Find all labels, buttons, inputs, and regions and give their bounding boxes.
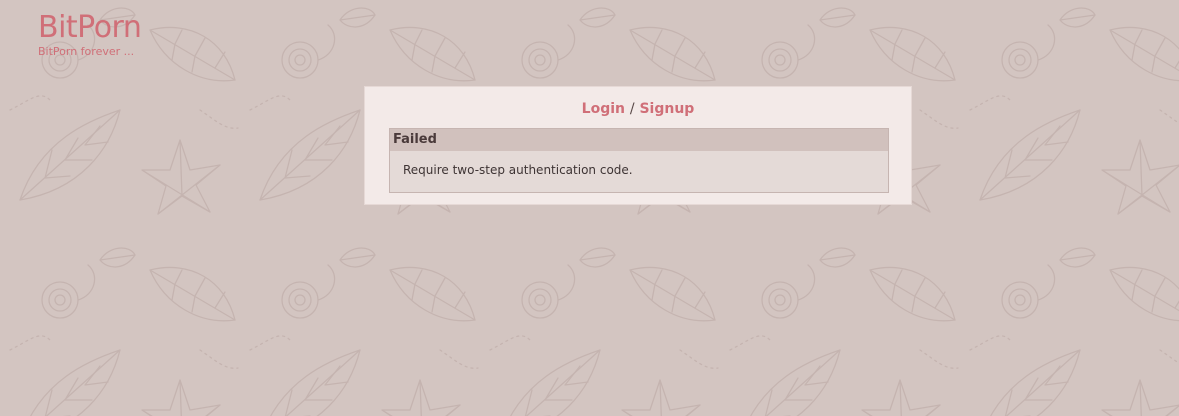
site-tagline: BitPorn forever ... (38, 45, 135, 58)
site-header: BitPorn BitPorn forever ... (38, 10, 142, 58)
auth-panel: Login / Signup Failed Require two-step a… (364, 86, 912, 205)
signup-link[interactable]: Signup (639, 101, 694, 117)
error-message-text: Require two-step authentication code. (403, 163, 633, 177)
error-message-title: Failed (390, 129, 888, 151)
auth-heading: Login / Signup (365, 101, 911, 117)
leaf-pattern-background (0, 0, 1179, 416)
auth-separator: / (629, 101, 635, 117)
login-link[interactable]: Login (582, 101, 625, 117)
error-message-box: Failed Require two-step authentication c… (389, 128, 889, 193)
site-title[interactable]: BitPorn (38, 10, 142, 46)
